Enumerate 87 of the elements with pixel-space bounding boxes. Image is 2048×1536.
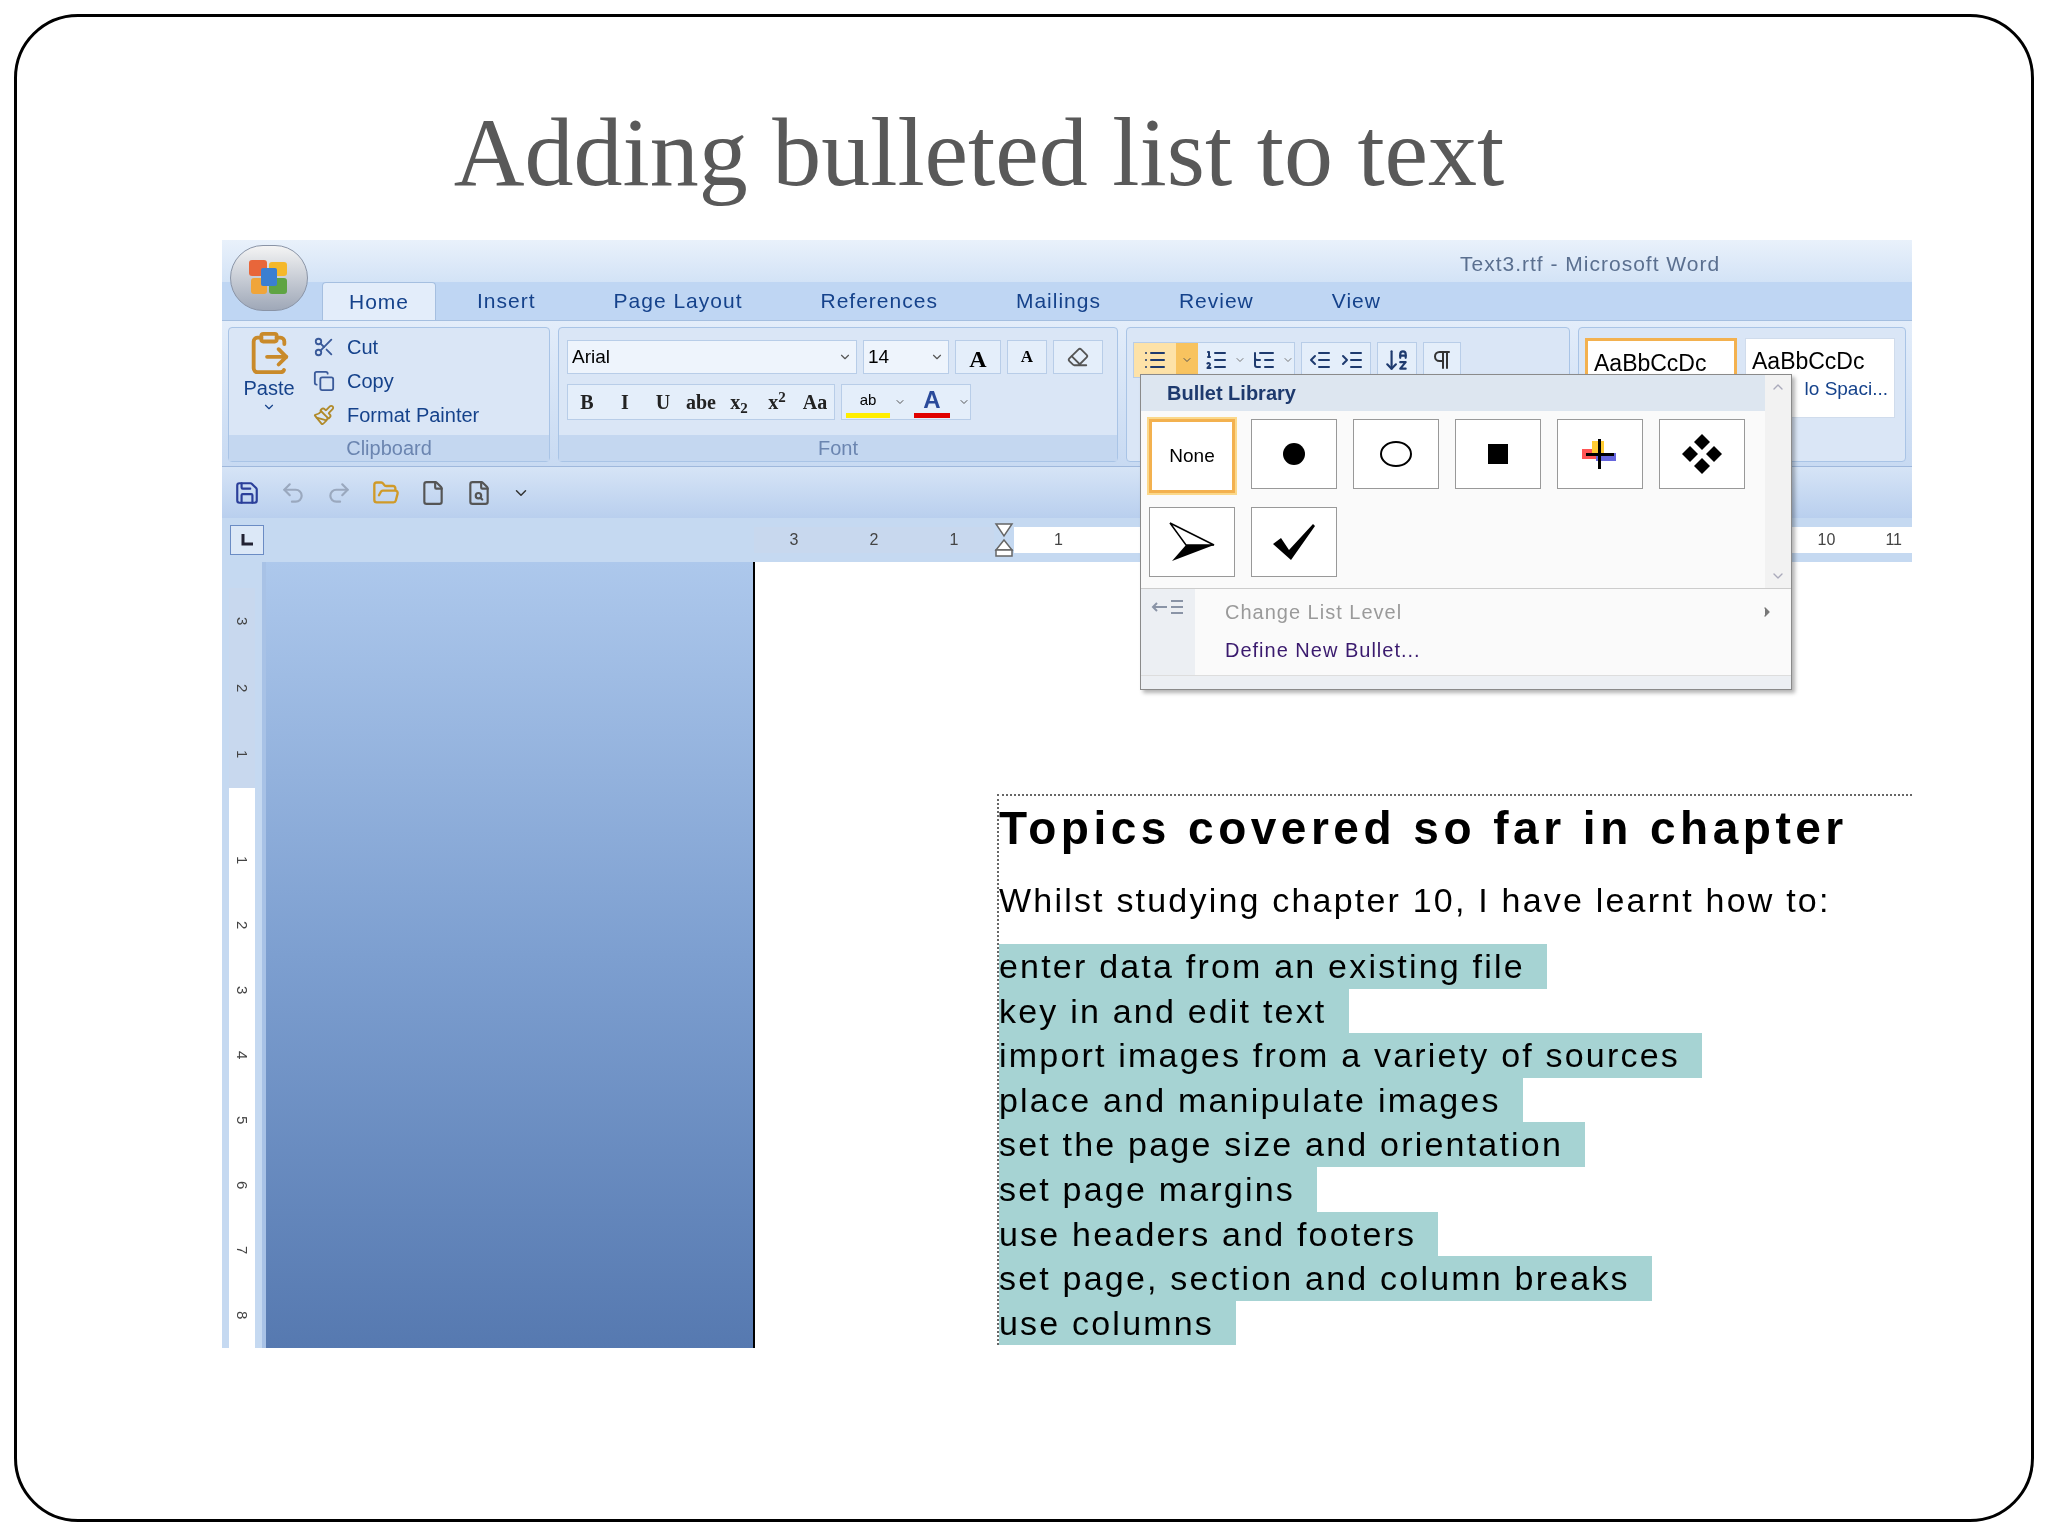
ruler-number: 2 [869,530,879,550]
list-item: import images from a variety of sources [999,1033,1702,1078]
window-title: Text3.rtf - Microsoft Word [1460,250,1721,277]
group-label: Font [818,436,858,461]
bullets-button[interactable] [1134,343,1176,377]
tab-selector[interactable] [230,525,264,555]
ribbon-tab[interactable]: Insert [450,282,563,320]
new-document-icon[interactable] [420,479,446,506]
ruler-number: 1 [233,856,253,865]
square-bullet-icon [1487,443,1509,465]
ruler-number: 10 [1817,530,1836,550]
left-tab-icon [240,533,254,547]
copy-icon [313,370,335,392]
bullet-option[interactable] [1659,419,1745,489]
diamonds-bullet-icon [1680,432,1724,476]
list-item: set page margins [999,1166,1317,1212]
ruler-number: 3 [233,617,253,626]
cut-button[interactable]: Cut [309,330,484,364]
ruler-number: 3 [789,530,799,550]
numbered-list-icon[interactable] [1204,348,1228,372]
list-item: enter data from an existing file [999,944,1547,989]
list-item: key in and edit text [999,988,1349,1034]
format-button[interactable]: Aa [796,385,834,419]
format-button[interactable]: B [568,385,606,419]
arrowhead-bullet-icon [1168,521,1216,563]
scissors-icon [313,336,335,358]
bullet-option[interactable] [1557,419,1643,489]
ribbon-tab[interactable]: View [1304,282,1408,320]
document-heading: Topics covered so far in chapter [999,802,1848,854]
ribbon-tab[interactable]: Page Layout [586,282,770,320]
font-size-field[interactable]: 14 [863,340,949,374]
copy-button[interactable]: Copy [309,364,484,398]
bullet-option[interactable] [1149,507,1235,577]
slide-title: Adding bulleted list to text [453,97,1505,208]
bullet-option[interactable] [1455,419,1541,489]
indent-marker-icon[interactable] [994,522,1014,558]
sort-icon[interactable] [1384,347,1410,373]
bullet-option[interactable] [1251,507,1337,577]
group-label: Clipboard [346,436,432,461]
ruler-number: 7 [233,1246,253,1255]
format-button[interactable]: x$^{2}$ [758,385,796,419]
highlight-button[interactable]: ab [846,386,890,418]
ruler-number: 11 [1885,530,1902,550]
shrink-font-button[interactable]: A [1007,340,1047,374]
font-color-button[interactable]: A [914,386,950,418]
ribbon-tab[interactable]: Home [322,282,437,320]
ruler-number: 2 [233,683,253,693]
bullet-option[interactable] [1251,419,1337,489]
font-name-field[interactable]: Arial [567,340,857,374]
format-button[interactable]: U [644,385,682,419]
format-button[interactable]: x$_{2}$ [720,385,758,419]
ruler-number: 5 [233,1116,253,1125]
list-level-icon [1151,597,1185,617]
ribbon-tab[interactable]: Mailings [988,282,1128,320]
format-button[interactable]: I [606,385,644,419]
paintbrush-icon [313,404,335,426]
list-item: place and manipulate images [999,1077,1523,1123]
ruler-number: 6 [233,1181,253,1190]
eraser-icon [1067,346,1089,368]
list-item: use headers and footers [999,1211,1439,1257]
clear-formatting-button[interactable] [1053,340,1103,374]
circle-bullet-icon [1379,440,1413,468]
ruler-number: 2 [233,921,253,930]
bullet-option[interactable]: None [1149,419,1235,493]
print-preview-icon[interactable] [466,479,492,506]
format-painter-button[interactable]: Format Painter [309,398,484,432]
ruler-number: 1 [1054,530,1063,550]
menu-heading: Bullet Library [1167,381,1296,406]
grow-font-button[interactable]: A [955,340,1001,374]
save-icon[interactable] [234,479,260,506]
format-button[interactable]: abe [682,385,720,419]
ruler-number: 1 [949,530,959,550]
list-item: set the page size and orientation [999,1122,1586,1167]
disc-bullet-icon [1281,441,1307,467]
paste-button[interactable]: Paste [229,328,309,432]
ruler-number: 8 [233,1311,253,1320]
menu-item[interactable]: Define New Bullet... [1225,631,1791,669]
bullet-option[interactable] [1353,419,1439,489]
intro-paragraph: Whilst studying chapter 10, I have learnt how to: [999,880,1831,920]
list-item: set page, section and column breaks [999,1256,1652,1301]
cross-bullet-icon [1582,439,1618,469]
ruler-number: 3 [233,986,253,995]
ribbon-tab[interactable]: References [793,282,965,320]
ruler-number: 1 [233,750,253,759]
ribbon-tab[interactable]: Review [1151,282,1281,320]
ruler-number: 4 [233,1051,253,1060]
list-item: use columns [999,1300,1237,1346]
